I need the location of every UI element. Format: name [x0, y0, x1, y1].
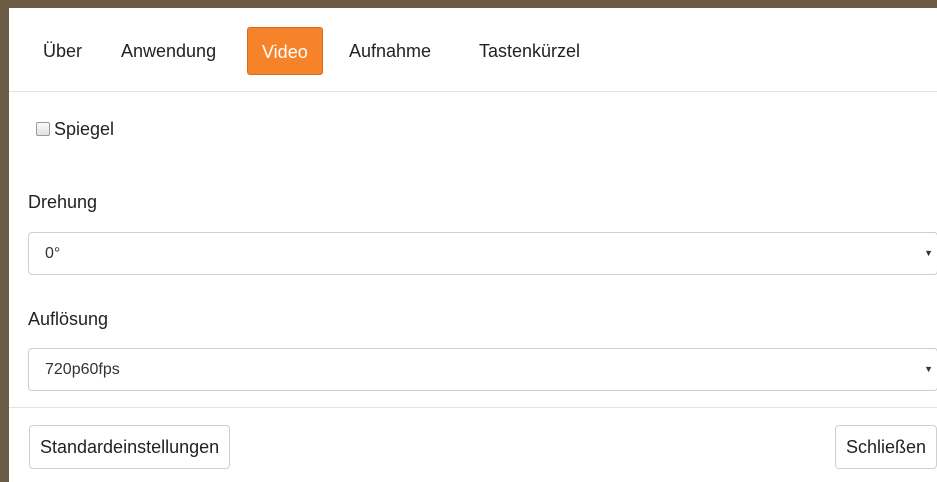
tab-bar: Über Anwendung Video Aufnahme Tastenkürz…	[9, 8, 937, 92]
tab-video[interactable]: Video	[247, 27, 323, 75]
mirror-checkbox[interactable]	[36, 122, 50, 136]
rotation-value: 0°	[45, 245, 61, 262]
resolution-label: Auflösung	[28, 309, 109, 329]
mirror-label: Spiegel	[54, 118, 115, 139]
close-button[interactable]: Schließen	[834, 425, 937, 469]
rotation-select[interactable]: 0° ▼	[28, 232, 937, 275]
chevron-down-icon: ▼	[924, 248, 933, 258]
resolution-select[interactable]: 720p60fps ▼	[28, 348, 937, 391]
restore-defaults-button[interactable]: Standardeinstellungen	[29, 425, 231, 469]
chevron-down-icon: ▼	[924, 364, 933, 374]
tab-application[interactable]: Anwendung	[121, 27, 216, 75]
tab-shortcuts[interactable]: Tastenkürzel	[479, 27, 580, 75]
tab-recording[interactable]: Aufnahme	[349, 27, 431, 75]
tab-about[interactable]: Über	[43, 27, 82, 75]
rotation-label: Drehung	[28, 192, 98, 212]
resolution-value: 720p60fps	[45, 361, 120, 378]
settings-dialog: Über Anwendung Video Aufnahme Tastenkürz…	[9, 8, 937, 482]
dialog-footer: Standardeinstellungen Schließen	[9, 407, 937, 482]
mirror-option[interactable]: Spiegel	[36, 116, 114, 142]
